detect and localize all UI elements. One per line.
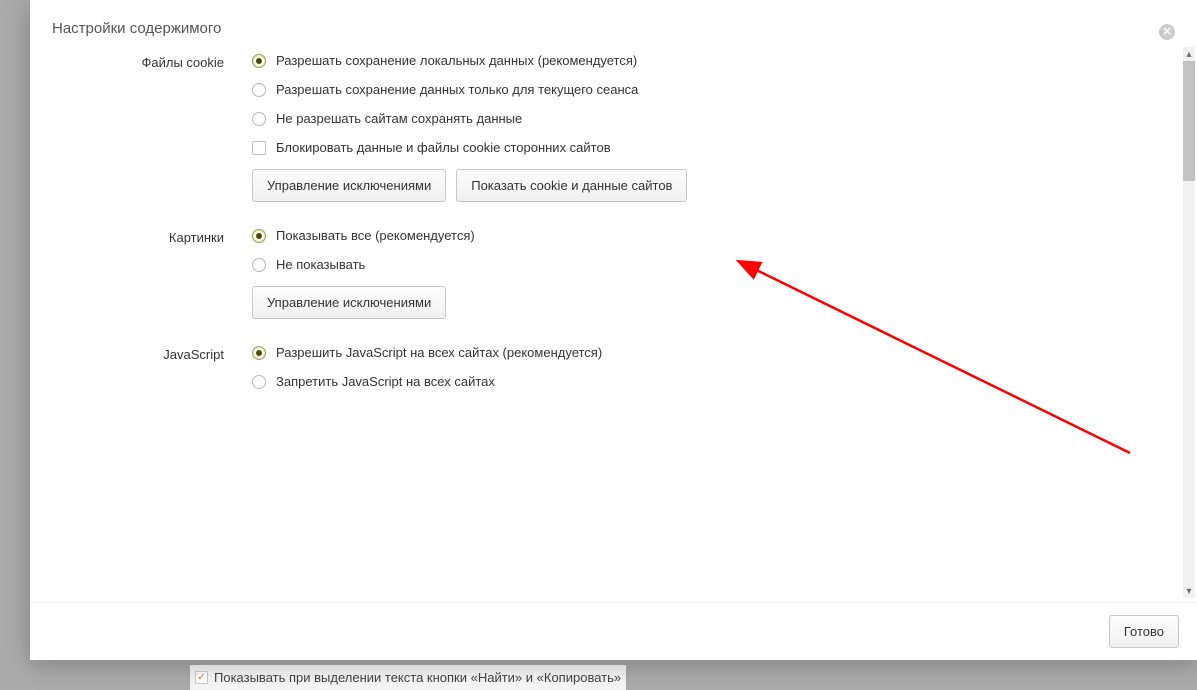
radio-icon [252,375,266,389]
checkbox-label: Блокировать данные и файлы cookie сторон… [276,140,611,155]
images-buttons: Управление исключениями [252,286,1153,319]
radio-icon [252,258,266,272]
section-cookies: Файлы cookie Разрешать сохранение локаль… [52,53,1153,202]
manage-exceptions-button[interactable]: Управление исключениями [252,286,446,319]
close-icon[interactable]: ✕ [1159,24,1175,40]
radio-label: Запретить JavaScript на всех сайтах [276,374,495,389]
radio-label: Разрешать сохранение локальных данных (р… [276,53,637,68]
scroll-thumb[interactable] [1183,61,1195,181]
content-settings-dialog: Настройки содержимого ✕ Файлы cookie Раз… [30,0,1197,660]
dialog-title: Настройки содержимого [52,20,221,37]
show-cookies-button[interactable]: Показать cookie и данные сайтов [456,169,687,202]
dialog-header: Настройки содержимого ✕ [30,0,1197,43]
radio-icon [252,229,266,243]
scrollbar[interactable]: ▴ ▾ [1183,47,1195,598]
section-images: Картинки Показывать все (рекомендуется) … [52,228,1153,319]
manage-exceptions-button[interactable]: Управление исключениями [252,169,446,202]
checkbox-icon [252,141,266,155]
radio-js-allow[interactable]: Разрешить JavaScript на всех сайтах (рек… [252,345,1153,360]
section-body-images: Показывать все (рекомендуется) Не показы… [252,228,1153,319]
radio-label: Показывать все (рекомендуется) [276,228,475,243]
radio-icon [252,83,266,97]
radio-cookies-session[interactable]: Разрешать сохранение данных только для т… [252,82,1153,97]
section-javascript: JavaScript Разрешить JavaScript на всех … [52,345,1153,403]
done-button[interactable]: Готово [1109,615,1179,648]
checkbox-icon: ✓ [195,671,208,684]
section-body-javascript: Разрешить JavaScript на всех сайтах (рек… [252,345,1153,403]
background-text: Показывать при выделении текста кнопки «… [214,670,621,685]
radio-js-block[interactable]: Запретить JavaScript на всех сайтах [252,374,1153,389]
radio-label: Не разрешать сайтам сохранять данные [276,111,522,126]
cookie-buttons: Управление исключениями Показать cookie … [252,169,1153,202]
section-body-cookies: Разрешать сохранение локальных данных (р… [252,53,1153,202]
radio-icon [252,346,266,360]
dialog-body-wrap: Файлы cookie Разрешать сохранение локаль… [30,43,1197,602]
radio-label: Разрешить JavaScript на всех сайтах (рек… [276,345,602,360]
checkbox-block-third-party[interactable]: Блокировать данные и файлы cookie сторон… [252,140,1153,155]
section-label-cookies: Файлы cookie [52,53,252,202]
scroll-up-icon[interactable]: ▴ [1183,47,1195,61]
radio-images-show-all[interactable]: Показывать все (рекомендуется) [252,228,1153,243]
background-option: ✓ Показывать при выделении текста кнопки… [190,665,626,690]
radio-icon [252,54,266,68]
radio-icon [252,112,266,126]
scroll-down-icon[interactable]: ▾ [1183,584,1195,598]
section-label-javascript: JavaScript [52,345,252,403]
radio-cookies-block[interactable]: Не разрешать сайтам сохранять данные [252,111,1153,126]
dialog-body: Файлы cookie Разрешать сохранение локаль… [30,43,1181,602]
radio-label: Разрешать сохранение данных только для т… [276,82,638,97]
radio-images-hide[interactable]: Не показывать [252,257,1153,272]
radio-cookies-allow[interactable]: Разрешать сохранение локальных данных (р… [252,53,1153,68]
dialog-footer: Готово [30,602,1197,660]
section-label-images: Картинки [52,228,252,319]
radio-label: Не показывать [276,257,365,272]
